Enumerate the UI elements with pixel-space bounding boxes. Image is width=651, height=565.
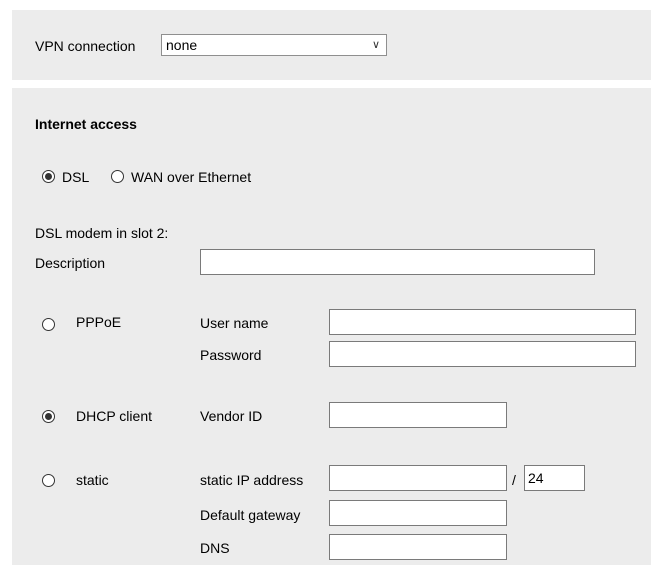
dsl-modem-label: DSL modem in slot 2: (35, 225, 169, 241)
vpn-connection-label: VPN connection (35, 38, 136, 54)
vpn-connection-select[interactable]: none ∨ (161, 34, 387, 56)
chevron-down-icon: ∨ (371, 39, 380, 51)
internet-access-heading: Internet access (35, 116, 137, 132)
dns-input[interactable] (329, 534, 507, 560)
static-ip-label: static IP address (200, 472, 304, 488)
radio-dsl[interactable] (42, 170, 55, 183)
default-gateway-label: Default gateway (200, 507, 301, 523)
radio-dsl-label: DSL (62, 169, 90, 185)
description-input[interactable] (200, 249, 595, 275)
vpn-connection-value: none (166, 37, 198, 53)
password-label: Password (200, 347, 262, 363)
radio-static[interactable] (42, 474, 55, 487)
password-input[interactable] (329, 341, 636, 367)
dns-label: DNS (200, 540, 230, 556)
default-gateway-input[interactable] (329, 500, 507, 526)
radio-dhcp-client-label: DHCP client (76, 408, 152, 424)
prefix-separator: / (512, 472, 516, 488)
radio-dhcp-client[interactable] (42, 410, 55, 423)
radio-wan-over-ethernet[interactable] (111, 170, 124, 183)
static-ip-input[interactable] (329, 465, 507, 491)
vendor-id-input[interactable] (329, 402, 507, 428)
radio-pppoe[interactable] (42, 318, 55, 331)
user-name-label: User name (200, 315, 269, 331)
vendor-id-label: Vendor ID (200, 408, 263, 424)
prefix-length-input[interactable]: 24 (524, 465, 585, 491)
radio-wan-over-ethernet-label: WAN over Ethernet (131, 169, 252, 185)
radio-pppoe-label: PPPoE (76, 314, 122, 330)
user-name-input[interactable] (329, 309, 636, 335)
radio-static-label: static (76, 472, 109, 488)
description-label: Description (35, 255, 106, 271)
